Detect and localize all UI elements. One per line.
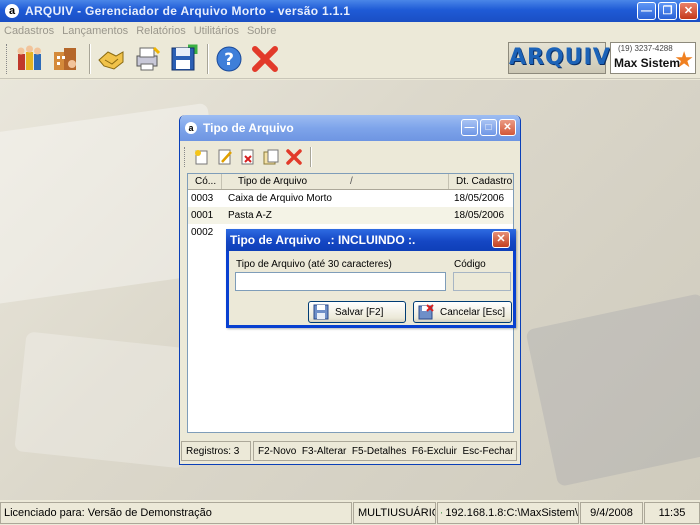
incluindo-dialog: Tipo de Arquivo .: INCLUINDO :. ✕ Tipo d… xyxy=(226,229,516,328)
records-count: Registros: 3 xyxy=(181,441,251,461)
window-controls: — ❐ ✕ xyxy=(637,2,698,20)
new-record-icon[interactable] xyxy=(191,146,213,168)
table-row[interactable]: 0001 Pasta A-Z 18/05/2006 xyxy=(188,207,513,224)
child-close-button[interactable]: ✕ xyxy=(499,119,516,136)
child-maximize-button[interactable]: □ xyxy=(480,119,497,136)
cell-codigo: 0001 xyxy=(191,210,214,221)
details-record-icon[interactable] xyxy=(260,146,282,168)
cell-data: 18/05/2006 xyxy=(454,210,505,221)
dialog-close-button[interactable]: ✕ xyxy=(492,231,510,248)
close-x-icon[interactable] xyxy=(283,146,305,168)
table-row[interactable]: 0003 Caixa de Arquivo Morto 18/05/2006 xyxy=(188,190,513,207)
window-title: ARQUIV - Gerenciador de Arquivo Morto - … xyxy=(25,4,351,18)
save-disk-icon[interactable] xyxy=(167,43,199,75)
menu-cadastros[interactable]: Cadastros xyxy=(4,25,54,37)
shortcut-hints: F2-Novo F3-Alterar F5-Detalhes F6-Exclui… xyxy=(253,441,517,461)
sort-indicator-icon: / xyxy=(350,176,353,187)
help-icon[interactable]: ? xyxy=(213,43,245,75)
toolbar-separator xyxy=(89,43,91,74)
minimize-button[interactable]: — xyxy=(637,2,656,20)
column-header-codigo[interactable]: Có... xyxy=(188,174,222,189)
date-text: 9/4/2008 xyxy=(580,502,643,524)
cell-tipo: Pasta A-Z xyxy=(228,210,272,221)
brand-name: Max Sistem xyxy=(614,56,681,70)
people-icon[interactable] xyxy=(13,43,45,75)
child-statusbar: Registros: 3 F2-Novo F3-Alterar F5-Detal… xyxy=(181,441,519,461)
child-minimize-button[interactable]: — xyxy=(461,119,478,136)
network-icon xyxy=(441,512,443,514)
column-header-label: Tipo de Arquivo xyxy=(238,176,308,187)
mode-text: MULTIUSUÁRIO xyxy=(353,502,436,524)
toolbar-separator xyxy=(310,147,312,167)
dialog-title: Tipo de Arquivo .: INCLUINDO :. xyxy=(226,229,516,251)
cancel-label: Cancelar [Esc] xyxy=(440,306,506,318)
printer-icon[interactable] xyxy=(131,43,163,75)
close-button[interactable]: ✕ xyxy=(679,2,698,20)
main-titlebar: a ARQUIV - Gerenciador de Arquivo Morto … xyxy=(0,0,700,22)
cancel-button[interactable]: Cancelar [Esc] xyxy=(413,301,512,323)
time-text: 11:35 xyxy=(644,502,700,524)
save-button[interactable]: Salvar [F2] xyxy=(308,301,406,323)
toolbar-grip xyxy=(184,147,187,167)
brand-phone: (19) 3237-4288 xyxy=(618,44,673,53)
bg-paper-shape xyxy=(14,331,196,469)
cell-codigo: 0003 xyxy=(191,193,214,204)
menu-bar: Cadastros Lançamentos Relatórios Utilitá… xyxy=(0,22,700,39)
cell-codigo: 0002 xyxy=(191,227,214,238)
building-icon[interactable] xyxy=(49,43,81,75)
cell-data: 18/05/2006 xyxy=(454,193,505,204)
menu-sobre[interactable]: Sobre xyxy=(247,25,276,37)
cancel-disk-icon xyxy=(418,304,434,320)
license-text: Licenciado para: Versão de Demonstração xyxy=(0,502,352,524)
connection-status: 192.168.1.8:C:\MaxSistem\ xyxy=(437,502,579,524)
close-x-icon[interactable] xyxy=(249,43,281,75)
column-header-data[interactable]: Dt. Cadastro xyxy=(449,174,513,189)
codigo-label: Código xyxy=(454,259,486,270)
app-icon: a xyxy=(5,4,19,18)
restore-button[interactable]: ❐ xyxy=(658,2,677,20)
column-header-tipo[interactable]: Tipo de Arquivo / xyxy=(222,174,449,189)
grid-header: Có... Tipo de Arquivo / Dt. Cadastro xyxy=(188,174,513,190)
svg-text:?: ? xyxy=(224,50,234,70)
connection-path: 192.168.1.8:C:\MaxSistem\ xyxy=(445,506,578,519)
menu-utilitarios[interactable]: Utilitários xyxy=(194,25,239,37)
menu-relatorios[interactable]: Relatórios xyxy=(136,25,186,37)
edit-record-icon[interactable] xyxy=(214,146,236,168)
save-disk-icon xyxy=(313,304,329,320)
codigo-field xyxy=(453,272,511,291)
tipo-input[interactable] xyxy=(235,272,446,291)
star-icon: ★ xyxy=(674,47,694,72)
bg-device-shape xyxy=(525,293,700,487)
app-icon: a xyxy=(185,122,197,134)
handshake-icon[interactable] xyxy=(95,43,127,75)
toolbar-grip xyxy=(6,43,9,74)
child-toolbar xyxy=(184,143,316,171)
save-label: Salvar [F2] xyxy=(335,306,384,318)
delete-record-icon[interactable] xyxy=(237,146,259,168)
main-statusbar: Licenciado para: Versão de Demonstração … xyxy=(0,502,700,525)
toolbar-separator xyxy=(207,43,209,74)
child-title: Tipo de Arquivo xyxy=(203,121,294,135)
max-sistem-logo: (19) 3237-4288 Max Sistem ★ xyxy=(610,42,696,74)
child-window-controls: — □ ✕ xyxy=(461,119,516,136)
cell-tipo: Caixa de Arquivo Morto xyxy=(228,193,332,204)
tipo-label: Tipo de Arquivo (até 30 caracteres) xyxy=(236,259,392,270)
menu-lancamentos[interactable]: Lançamentos xyxy=(62,25,128,37)
arquiv-logo: ARQUIV xyxy=(508,42,610,74)
